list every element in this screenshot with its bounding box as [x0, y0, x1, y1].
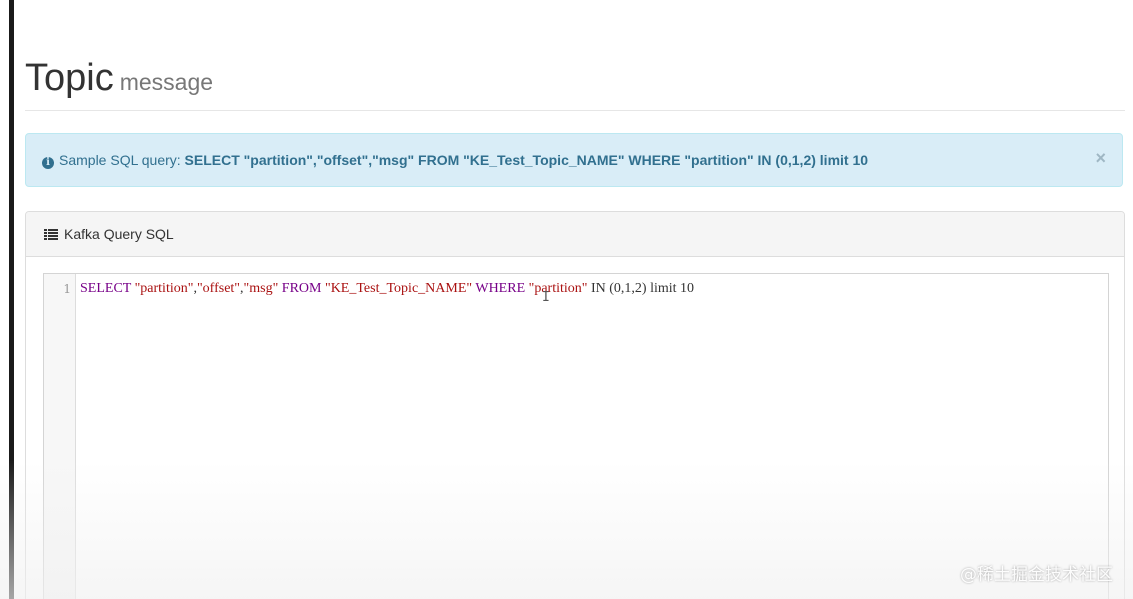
code-token-str: "offset": [196, 281, 241, 296]
alert-sample-sql: SELECT "partition","offset","msg" FROM "…: [184, 152, 869, 168]
panel-heading: Kafka Query SQL: [26, 212, 1124, 257]
panel-title: Kafka Query SQL: [44, 226, 174, 242]
editor-gutter: 1: [44, 274, 76, 599]
page-title-main: Topic: [25, 57, 114, 99]
page: Topic message i Sample SQL query: SELECT "…: [0, 0, 1133, 599]
code-token-str: "msg": [243, 281, 279, 296]
line-number: 1: [63, 282, 71, 296]
code-token-str: "KE_Test_Topic_NAME": [324, 281, 473, 296]
page-title: Topic message: [25, 57, 213, 100]
code-line[interactable]: SELECT "partition","offset","msg" FROM "…: [80, 281, 694, 297]
text-cursor-icon: I: [542, 290, 550, 305]
code-token-str: "partition": [528, 281, 588, 296]
alert-label: Sample SQL query:: [59, 152, 185, 168]
page-title-subtitle: message: [119, 69, 214, 95]
sql-editor[interactable]: 1 SELECT "partition","offset","msg" FROM…: [43, 273, 1109, 599]
code-token-plain: IN (0,1,2) limit 10: [587, 281, 695, 296]
page-header: Topic message: [25, 52, 1125, 111]
left-border-bar: [9, 0, 14, 599]
kafka-query-panel: Kafka Query SQL 1 SELECT "partition","of…: [25, 211, 1125, 599]
code-token-kw: SELECT: [80, 281, 132, 296]
info-circle-icon: i: [42, 157, 54, 169]
alert-content: i Sample SQL query: SELECT "partition","o…: [42, 152, 868, 169]
list-icon: [44, 229, 58, 240]
watermark-text: @稀土掘金技术社区: [960, 565, 1113, 585]
sample-sql-alert: i Sample SQL query: SELECT "partition","o…: [25, 133, 1123, 187]
code-token-str: "partition": [134, 281, 194, 296]
code-token-kw: WHERE: [475, 281, 526, 296]
panel-title-text: Kafka Query SQL: [64, 226, 174, 242]
code-token-kw: FROM: [281, 281, 322, 296]
alert-close-button[interactable]: ×: [1095, 148, 1106, 168]
